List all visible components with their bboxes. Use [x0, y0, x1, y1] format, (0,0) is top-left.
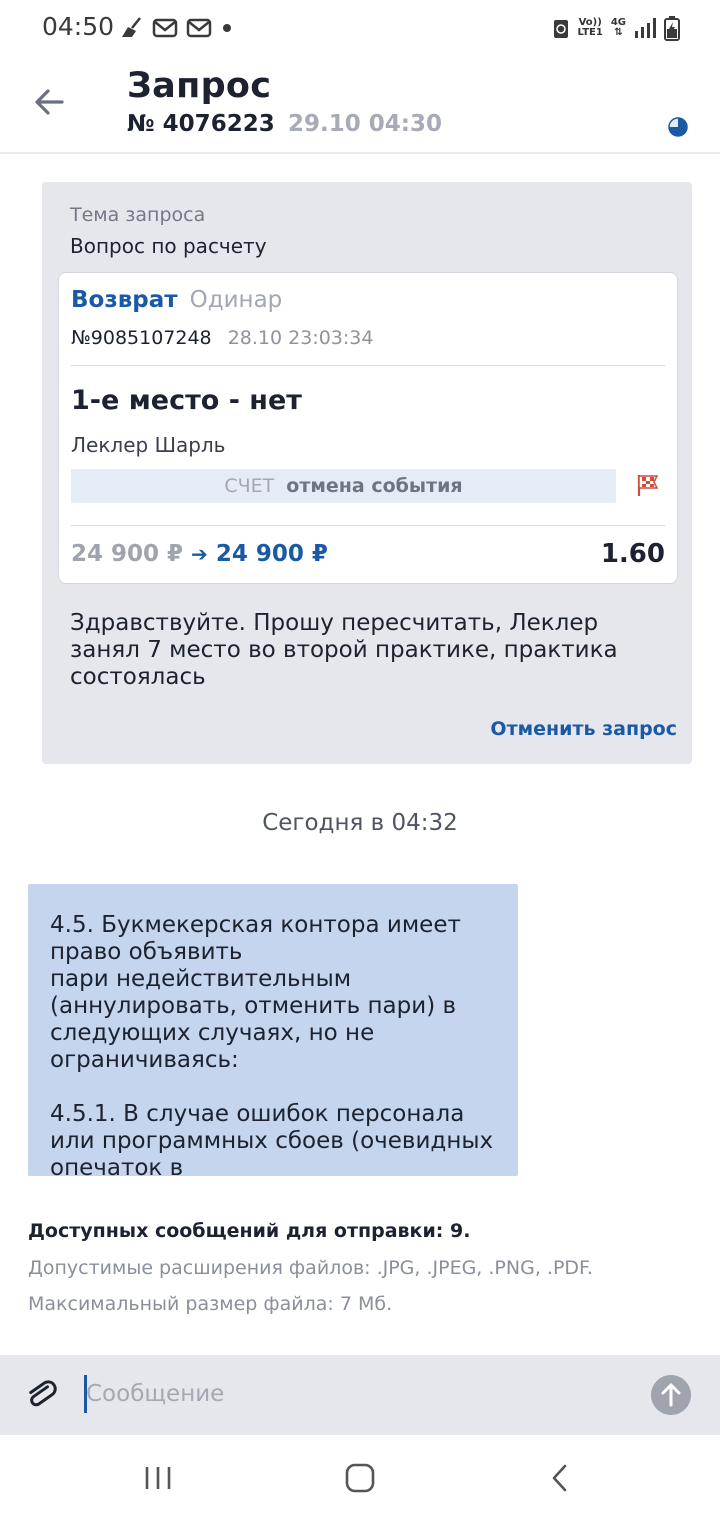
system-nav-bar: [0, 1435, 720, 1520]
home-icon: [345, 1463, 375, 1493]
system-icons: Vo)) LTE1 4G ⇅: [552, 14, 680, 42]
bet-number-row: №9085107248 28.10 23:03:34: [71, 327, 373, 349]
amount-new: 24 900 ₽: [215, 541, 328, 567]
max-file-size: Максимальный размер файла: 7 Мб.: [28, 1293, 393, 1315]
bet-kind: Одинар: [189, 287, 283, 313]
message-input[interactable]: [84, 1371, 624, 1417]
signal-icon: [635, 18, 656, 38]
messages-available: Доступных сообщений для отправки: 9.: [28, 1220, 471, 1242]
amount-row: 24 900 ₽ ➔ 24 900 ₽: [71, 541, 328, 567]
bet-odds: 1.60: [600, 539, 665, 569]
mail-icon: [152, 18, 178, 38]
divider: [71, 525, 665, 526]
recent-apps-button[interactable]: [133, 1453, 183, 1503]
chevron-left-icon: [552, 1464, 567, 1492]
arrow-right-icon: ➔: [191, 542, 208, 566]
request-message: Здравствуйте. Прошу пересчитать, Леклер …: [70, 610, 618, 690]
request-meta: № 4076223 29.10 04:30: [127, 111, 442, 137]
bet-number: №9085107248: [71, 327, 212, 349]
back-button[interactable]: [535, 1453, 585, 1503]
status-time: 04:50: [42, 12, 115, 41]
score-label: СЧЕТ: [224, 475, 275, 497]
request-number: № 4076223: [127, 111, 275, 137]
reply-message: 4.5. Букмекерская контора имеет право об…: [28, 884, 518, 1176]
recent-apps-icon: [145, 1467, 171, 1489]
bet-card[interactable]: Возврат Одинар №9085107248 28.10 23:03:3…: [58, 272, 678, 584]
date-separator: Сегодня в 04:32: [262, 810, 458, 836]
checkered-flag-icon: [637, 475, 659, 496]
bet-type: Возврат Одинар: [71, 287, 282, 313]
send-button[interactable]: [651, 1375, 691, 1415]
network-type-indicator: 4G ⇅: [610, 17, 626, 38]
reply-text: 4.5. Букмекерская контора имеет право об…: [50, 912, 494, 1176]
score-value: отмена события: [286, 475, 463, 497]
back-arrow-icon[interactable]: [30, 82, 70, 122]
message-composer: [0, 1355, 720, 1435]
page-title: Запрос: [127, 66, 272, 106]
paperclip-icon[interactable]: [24, 1377, 60, 1413]
request-card: Тема запроса Вопрос по расчету Возврат О…: [42, 182, 692, 764]
bet-status: Возврат: [71, 287, 178, 313]
notification-icons: [118, 14, 234, 42]
recycle-icon: [553, 20, 568, 38]
app-header: Запрос № 4076223 29.10 04:30: [0, 56, 720, 154]
broom-icon: [122, 17, 141, 37]
status-bar: 04:50 Vo)) LTE1 4G ⇅: [0, 0, 720, 56]
amount-old: 24 900 ₽: [71, 541, 184, 567]
dot-icon: [223, 24, 231, 32]
request-date: 29.10 04:30: [288, 111, 442, 137]
home-button[interactable]: [335, 1453, 385, 1503]
battery-charging-icon: [664, 16, 680, 41]
allowed-extensions: Допустимые расширения файлов: .JPG, .JPE…: [28, 1257, 593, 1279]
topic-label: Тема запроса: [70, 204, 206, 226]
data-arrows-icon: ⇅: [614, 27, 623, 38]
score-bar: СЧЕТ отмена события: [71, 469, 616, 503]
mail-icon: [186, 18, 212, 38]
bet-participant: Леклер Шарль: [71, 433, 226, 457]
bet-datetime: 28.10 23:03:34: [227, 327, 374, 349]
bet-outcome: 1-е место - нет: [71, 385, 302, 416]
cancel-request-button[interactable]: Отменить запрос: [490, 718, 677, 740]
status-progress-icon: [668, 117, 688, 137]
volte-indicator: Vo)) LTE1: [577, 17, 603, 38]
divider: [71, 365, 665, 366]
topic-value: Вопрос по расчету: [70, 234, 267, 258]
